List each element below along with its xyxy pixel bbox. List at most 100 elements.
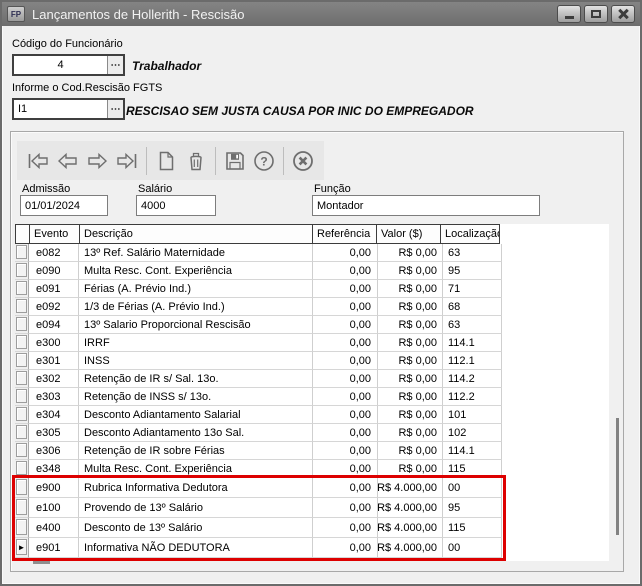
cell-referencia[interactable]: 0,00 <box>313 316 378 334</box>
first-record-button[interactable] <box>23 146 53 176</box>
table-row[interactable]: e302Retenção de IR s/ Sal. 13o.0,00R$ 0,… <box>15 370 609 388</box>
table-row[interactable]: ►e901Informativa NÃO DEDUTORA0,00R$ 4.00… <box>15 538 609 558</box>
cell-valor[interactable]: R$ 0,00 <box>378 388 443 406</box>
cell-descricao[interactable]: INSS <box>79 352 313 370</box>
column-header-descricao[interactable]: Descrição <box>79 224 313 244</box>
table-row[interactable]: e300IRRF0,00R$ 0,00114.1 <box>15 334 609 352</box>
cell-localizacao[interactable]: 63 <box>443 316 502 334</box>
cell-referencia[interactable]: 0,00 <box>313 442 378 460</box>
cell-referencia[interactable]: 0,00 <box>313 298 378 316</box>
table-row[interactable]: e400Desconto de 13º Salário0,00R$ 4.000,… <box>15 518 609 538</box>
cod-rescisao-field[interactable]: I1 ⋯ <box>12 98 125 120</box>
cell-evento[interactable]: e302 <box>29 370 79 388</box>
table-row[interactable]: e301INSS0,00R$ 0,00112.1 <box>15 352 609 370</box>
cell-valor[interactable]: R$ 0,00 <box>378 334 443 352</box>
table-row[interactable]: e348Multa Resc. Cont. Experiência0,00R$ … <box>15 460 609 478</box>
table-row[interactable]: e091Férias (A. Prévio Ind.)0,00R$ 0,0071 <box>15 280 609 298</box>
cell-referencia[interactable]: 0,00 <box>313 352 378 370</box>
table-row[interactable]: e303Retenção de INSS s/ 13o.0,00R$ 0,001… <box>15 388 609 406</box>
cell-evento[interactable]: e305 <box>29 424 79 442</box>
insert-record-button[interactable] <box>151 146 181 176</box>
cell-valor[interactable]: R$ 0,00 <box>378 460 443 478</box>
cod-rescisao-value[interactable]: I1 <box>14 100 107 118</box>
cell-evento[interactable]: e092 <box>29 298 79 316</box>
table-row[interactable]: e900Rubrica Informativa Dedutora0,00R$ 4… <box>15 478 609 498</box>
vertical-scrollbar-thumb[interactable] <box>616 418 619 535</box>
cell-evento[interactable]: e091 <box>29 280 79 298</box>
cell-descricao[interactable]: Retenção de INSS s/ 13o. <box>79 388 313 406</box>
cancel-button[interactable] <box>288 146 318 176</box>
cell-localizacao[interactable]: 114.1 <box>443 442 502 460</box>
column-header-valor[interactable]: Valor ($) <box>376 224 441 244</box>
cell-referencia[interactable]: 0,00 <box>313 370 378 388</box>
cell-referencia[interactable]: 0,00 <box>313 244 378 262</box>
help-button[interactable]: ? <box>249 146 279 176</box>
cell-descricao[interactable]: Rubrica Informativa Dedutora <box>79 478 313 498</box>
cell-evento[interactable]: e100 <box>29 498 79 518</box>
cell-valor[interactable]: R$ 4.000,00 <box>378 498 443 518</box>
salario-input[interactable]: 4000 <box>136 195 216 216</box>
cell-descricao[interactable]: Desconto de 13º Salário <box>79 518 313 538</box>
cell-referencia[interactable]: 0,00 <box>313 280 378 298</box>
cell-evento[interactable]: e094 <box>29 316 79 334</box>
cell-localizacao[interactable]: 101 <box>443 406 502 424</box>
cell-evento[interactable]: e090 <box>29 262 79 280</box>
cell-descricao[interactable]: Multa Resc. Cont. Experiência <box>79 262 313 280</box>
cell-referencia[interactable]: 0,00 <box>313 498 378 518</box>
save-record-button[interactable] <box>220 146 250 176</box>
cell-evento[interactable]: e301 <box>29 352 79 370</box>
cell-descricao[interactable]: Multa Resc. Cont. Experiência <box>79 460 313 478</box>
cell-evento[interactable]: e303 <box>29 388 79 406</box>
admissao-input[interactable]: 01/01/2024 <box>20 195 108 216</box>
codigo-funcionario-value[interactable]: 4 <box>14 56 107 74</box>
cell-localizacao[interactable]: 00 <box>443 538 502 558</box>
cell-descricao[interactable]: Férias (A. Prévio Ind.) <box>79 280 313 298</box>
column-header-evento[interactable]: Evento <box>29 224 80 244</box>
cell-descricao[interactable]: 13º Ref. Salário Maternidade <box>79 244 313 262</box>
table-row[interactable]: e304Desconto Adiantamento Salarial0,00R$… <box>15 406 609 424</box>
cell-localizacao[interactable]: 00 <box>443 478 502 498</box>
cell-evento[interactable]: e306 <box>29 442 79 460</box>
column-header-referencia[interactable]: Referência <box>312 224 377 244</box>
cell-valor[interactable]: R$ 0,00 <box>378 262 443 280</box>
titlebar[interactable]: FP Lançamentos de Hollerith - Rescisão <box>2 2 640 26</box>
maximize-button[interactable] <box>584 5 608 23</box>
table-row[interactable]: e306Retenção de IR sobre Férias0,00R$ 0,… <box>15 442 609 460</box>
cell-valor[interactable]: R$ 0,00 <box>378 370 443 388</box>
codigo-funcionario-field[interactable]: 4 ⋯ <box>12 54 125 76</box>
last-record-button[interactable] <box>112 146 142 176</box>
cell-localizacao[interactable]: 95 <box>443 262 502 280</box>
table-row[interactable]: e08213º Ref. Salário Maternidade0,00R$ 0… <box>15 244 609 262</box>
close-button[interactable] <box>611 5 635 23</box>
cell-referencia[interactable]: 0,00 <box>313 518 378 538</box>
cell-valor[interactable]: R$ 0,00 <box>378 424 443 442</box>
cell-referencia[interactable]: 0,00 <box>313 538 378 558</box>
delete-record-button[interactable] <box>181 146 211 176</box>
table-row[interactable]: e090Multa Resc. Cont. Experiência0,00R$ … <box>15 262 609 280</box>
cell-localizacao[interactable]: 71 <box>443 280 502 298</box>
funcao-input[interactable]: Montador <box>312 195 540 216</box>
cell-valor[interactable]: R$ 0,00 <box>378 280 443 298</box>
cell-evento[interactable]: e900 <box>29 478 79 498</box>
cell-descricao[interactable]: 13º Salario Proporcional Rescisão <box>79 316 313 334</box>
cell-descricao[interactable]: Desconto Adiantamento Salarial <box>79 406 313 424</box>
cell-localizacao[interactable]: 115 <box>443 460 502 478</box>
eventos-grid[interactable]: Evento Descrição Referência Valor ($) Lo… <box>15 224 609 561</box>
cell-localizacao[interactable]: 68 <box>443 298 502 316</box>
cell-descricao[interactable]: Retenção de IR sobre Férias <box>79 442 313 460</box>
cell-descricao[interactable]: Desconto Adiantamento 13o Sal. <box>79 424 313 442</box>
table-row[interactable]: e100Provendo de 13º Salário0,00R$ 4.000,… <box>15 498 609 518</box>
codigo-lookup-button[interactable]: ⋯ <box>107 56 123 74</box>
cell-localizacao[interactable]: 112.2 <box>443 388 502 406</box>
cell-valor[interactable]: R$ 0,00 <box>378 244 443 262</box>
cell-evento[interactable]: e300 <box>29 334 79 352</box>
cell-referencia[interactable]: 0,00 <box>313 424 378 442</box>
cell-referencia[interactable]: 0,00 <box>313 406 378 424</box>
column-header-localizacao[interactable]: Localização <box>440 224 500 244</box>
cell-localizacao[interactable]: 115 <box>443 518 502 538</box>
cell-valor[interactable]: R$ 0,00 <box>378 352 443 370</box>
cell-descricao[interactable]: Provendo de 13º Salário <box>79 498 313 518</box>
cell-valor[interactable]: R$ 0,00 <box>378 406 443 424</box>
table-row[interactable]: e305Desconto Adiantamento 13o Sal.0,00R$… <box>15 424 609 442</box>
cell-referencia[interactable]: 0,00 <box>313 262 378 280</box>
